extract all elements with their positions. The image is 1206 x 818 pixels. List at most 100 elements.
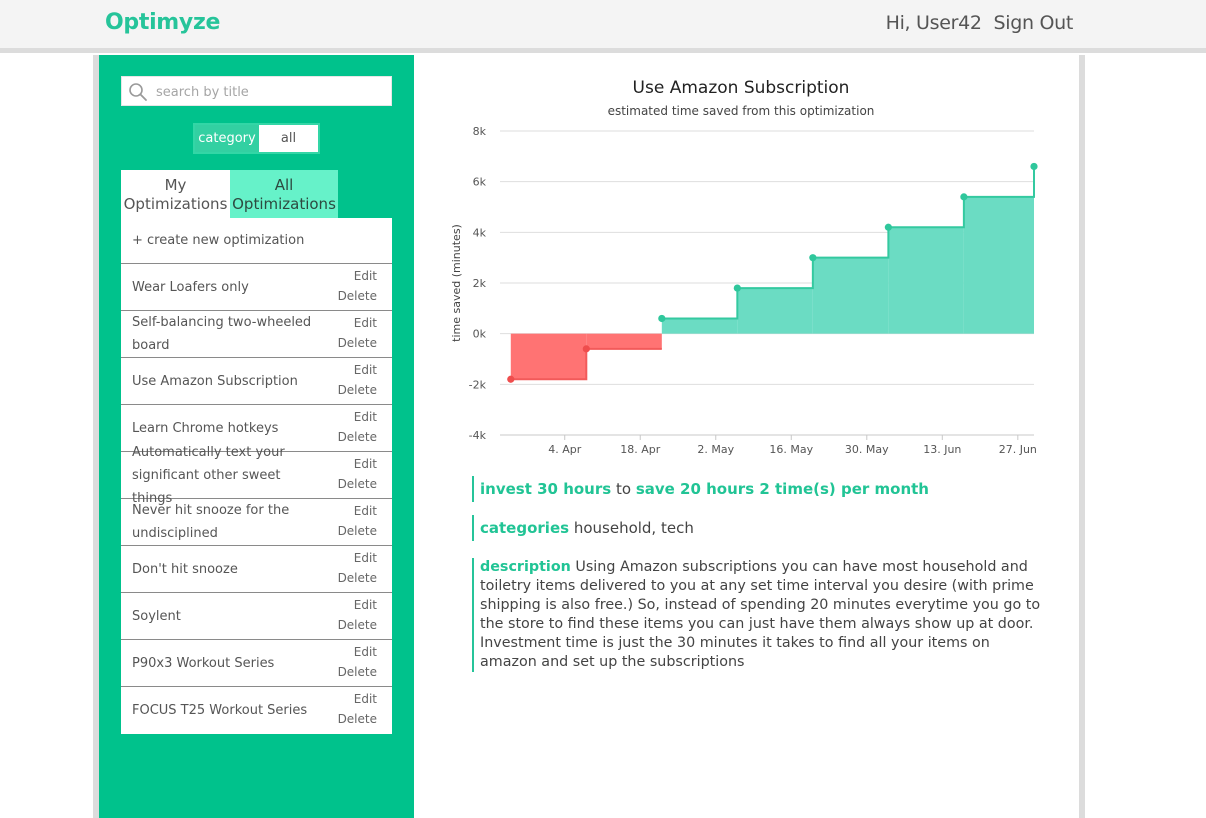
sidebar: category all My Optimizations All Optimi… [99, 55, 414, 818]
y-tick-label: 4k [473, 226, 487, 239]
list-item[interactable]: Soylent Edit Delete [121, 593, 392, 640]
delete-button[interactable]: Delete [338, 712, 377, 726]
delete-button[interactable]: Delete [338, 618, 377, 632]
x-tick-label: 4. Apr [548, 443, 581, 456]
delete-button[interactable]: Delete [338, 383, 377, 397]
investment-summary: invest 30 hours to save 20 hours 2 time(… [472, 476, 1060, 502]
list-item[interactable]: P90x3 Workout Series Edit Delete [121, 640, 392, 687]
search-box [121, 76, 392, 107]
description-text: Using Amazon subscriptions you can have … [480, 559, 1041, 670]
list-item[interactable]: Never hit snooze for the undisciplined E… [121, 499, 392, 546]
x-tick-label: 13. Jun [923, 443, 961, 456]
positive-area-step [812, 257, 889, 334]
delete-button[interactable]: Delete [338, 571, 377, 585]
item-title[interactable]: Don't hit snooze [132, 546, 322, 592]
user-greeting-area: Hi, User42 Sign Out [880, 12, 1074, 34]
category-select[interactable]: all [259, 125, 318, 152]
delete-button[interactable]: Delete [338, 289, 377, 303]
x-tick-label: 18. Apr [620, 443, 660, 456]
edit-button[interactable]: Edit [354, 504, 377, 518]
y-tick-label: 8k [473, 125, 487, 138]
invest-amount: invest 30 hours [480, 480, 612, 498]
categories-value: household, tech [573, 519, 694, 537]
edit-button[interactable]: Edit [354, 410, 377, 424]
x-tick-label: 16. May [769, 443, 813, 456]
data-point [960, 193, 968, 201]
tab-label-line1: All [274, 176, 294, 194]
tab-label-line2: Optimizations [232, 195, 336, 213]
category-label: category [195, 125, 259, 152]
delete-button[interactable]: Delete [338, 430, 377, 444]
positive-area-step [963, 196, 1034, 334]
data-point [658, 314, 666, 323]
tab-label-line2: Optimizations [123, 195, 228, 213]
list-item[interactable]: Self-balancing two-wheeled board Edit De… [121, 311, 392, 358]
negative-area-step [586, 333, 662, 349]
data-point [1030, 162, 1038, 171]
y-tick-label: -2k [469, 378, 487, 391]
data-point [809, 254, 817, 262]
list-item[interactable]: Automatically text your significant othe… [121, 445, 392, 506]
positive-area-step [888, 227, 964, 334]
y-tick-label: 0k [473, 328, 487, 341]
frame-border-right [1079, 55, 1085, 818]
optimization-tabs: My Optimizations All Optimizations [121, 170, 392, 218]
edit-button[interactable]: Edit [354, 316, 377, 330]
description-block: description Using Amazon subscriptions y… [472, 558, 1042, 672]
search-input[interactable] [154, 77, 388, 107]
edit-button[interactable]: Edit [354, 598, 377, 612]
data-point [507, 375, 515, 383]
optimization-list: + create new optimization Wear Loafers o… [121, 218, 392, 734]
category-filter[interactable]: category all [193, 123, 320, 154]
y-tick-label: 2k [473, 277, 487, 290]
sign-out-link[interactable]: Sign Out [993, 12, 1073, 34]
item-title[interactable]: FOCUS T25 Workout Series [132, 687, 322, 733]
y-tick-label: -4k [469, 429, 487, 442]
delete-button[interactable]: Delete [338, 477, 377, 491]
description-label: description [480, 559, 571, 575]
brand-logo[interactable]: Optimyze [105, 10, 220, 35]
item-title[interactable]: Wear Loafers only [132, 264, 322, 310]
delete-button[interactable]: Delete [338, 665, 377, 679]
time-saved-chart: Use Amazon Subscription estimated time s… [440, 70, 1060, 470]
edit-button[interactable]: Edit [354, 692, 377, 706]
chart-plot: -4k -2k 0k 2k 4k 6k 8k 4. Apr 18. Apr 2. May 16. M… [450, 125, 1038, 456]
x-tick-label: 2. May [697, 443, 734, 456]
data-point [582, 345, 590, 353]
edit-button[interactable]: Edit [354, 269, 377, 283]
list-item[interactable]: FOCUS T25 Workout Series Edit Delete [121, 687, 392, 734]
y-tick-label: 6k [473, 176, 487, 189]
negative-area-step [510, 333, 587, 380]
save-amount: save 20 hours 2 time(s) per month [635, 480, 929, 498]
positive-area-step [661, 318, 738, 334]
tab-spacer [338, 170, 392, 218]
x-tick-label: 30. May [845, 443, 889, 456]
item-title[interactable]: P90x3 Workout Series [132, 640, 322, 686]
top-bar: Optimyze Hi, User42 Sign Out [0, 0, 1206, 53]
delete-button[interactable]: Delete [338, 336, 377, 350]
user-greeting: Hi, User42 [885, 12, 982, 34]
list-item[interactable]: Don't hit snooze Edit Delete [121, 546, 392, 593]
positive-area-step [737, 288, 813, 334]
categories-row: categories household, tech [472, 515, 1060, 541]
item-title[interactable]: Use Amazon Subscription [132, 358, 322, 404]
edit-button[interactable]: Edit [354, 363, 377, 377]
create-optimization-button[interactable]: + create new optimization [121, 218, 392, 264]
data-point [884, 223, 892, 231]
data-point [733, 284, 741, 292]
item-title[interactable]: Self-balancing two-wheeled board [132, 311, 322, 357]
search-icon [129, 83, 147, 101]
tab-all-optimizations[interactable]: All Optimizations [230, 170, 338, 218]
item-title[interactable]: Never hit snooze for the undisciplined [132, 499, 322, 545]
tab-my-optimizations[interactable]: My Optimizations [121, 170, 230, 218]
edit-button[interactable]: Edit [354, 645, 377, 659]
delete-button[interactable]: Delete [338, 524, 377, 538]
list-item[interactable]: Use Amazon Subscription Edit Delete [121, 358, 392, 405]
item-title[interactable]: Soylent [132, 593, 322, 639]
edit-button[interactable]: Edit [354, 457, 377, 471]
tab-label-line1: My [164, 176, 187, 194]
list-item[interactable]: Wear Loafers only Edit Delete [121, 264, 392, 311]
categories-label: categories [480, 519, 570, 537]
edit-button[interactable]: Edit [354, 551, 377, 565]
item-title[interactable]: Automatically text your significant othe… [132, 445, 322, 506]
